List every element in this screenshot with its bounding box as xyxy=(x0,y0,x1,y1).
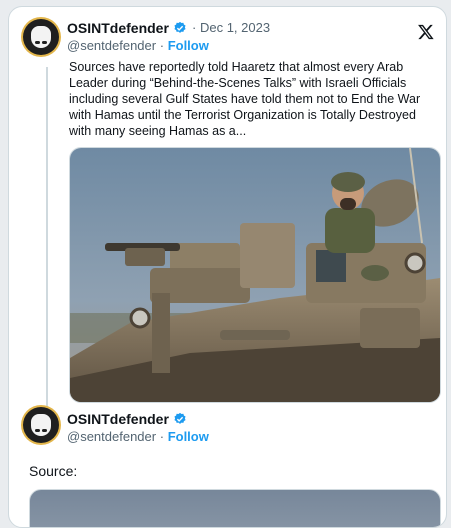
follow-button[interactable]: Follow xyxy=(168,429,209,444)
post-date[interactable]: Dec 1, 2023 xyxy=(200,20,270,35)
author-handle[interactable]: @sentdefender xyxy=(67,429,156,444)
thread-connector-line xyxy=(46,67,48,407)
post-text: Sources have reportedly told Haaretz tha… xyxy=(69,60,421,138)
author-avatar[interactable] xyxy=(23,407,59,443)
follow-button[interactable]: Follow xyxy=(168,38,209,53)
verified-badge-icon xyxy=(174,412,186,424)
post-text: Source: xyxy=(29,463,78,479)
dot-separator: · xyxy=(159,38,165,53)
post-image[interactable] xyxy=(69,147,441,403)
dot-separator: · xyxy=(159,429,165,444)
verified-badge-icon xyxy=(174,21,186,33)
mask-icon xyxy=(31,26,51,48)
x-logo-icon[interactable] xyxy=(417,23,435,41)
post-image[interactable] xyxy=(29,489,441,527)
tank-photo-illustration xyxy=(70,148,440,402)
embedded-post-card: OSINTdefender · Dec 1, 2023 @sentdefende… xyxy=(8,6,447,528)
mask-icon xyxy=(31,414,51,436)
dot-separator: · xyxy=(192,20,197,35)
author-avatar[interactable] xyxy=(23,19,59,55)
handle-row: @sentdefender · Follow xyxy=(67,38,209,53)
author-name[interactable]: OSINTdefender xyxy=(67,411,169,427)
post-date-meta[interactable]: · Dec 1, 2023 xyxy=(192,20,270,35)
author-handle[interactable]: @sentdefender xyxy=(67,38,156,53)
author-name[interactable]: OSINTdefender xyxy=(67,20,169,36)
handle-row: @sentdefender · Follow xyxy=(67,429,209,444)
